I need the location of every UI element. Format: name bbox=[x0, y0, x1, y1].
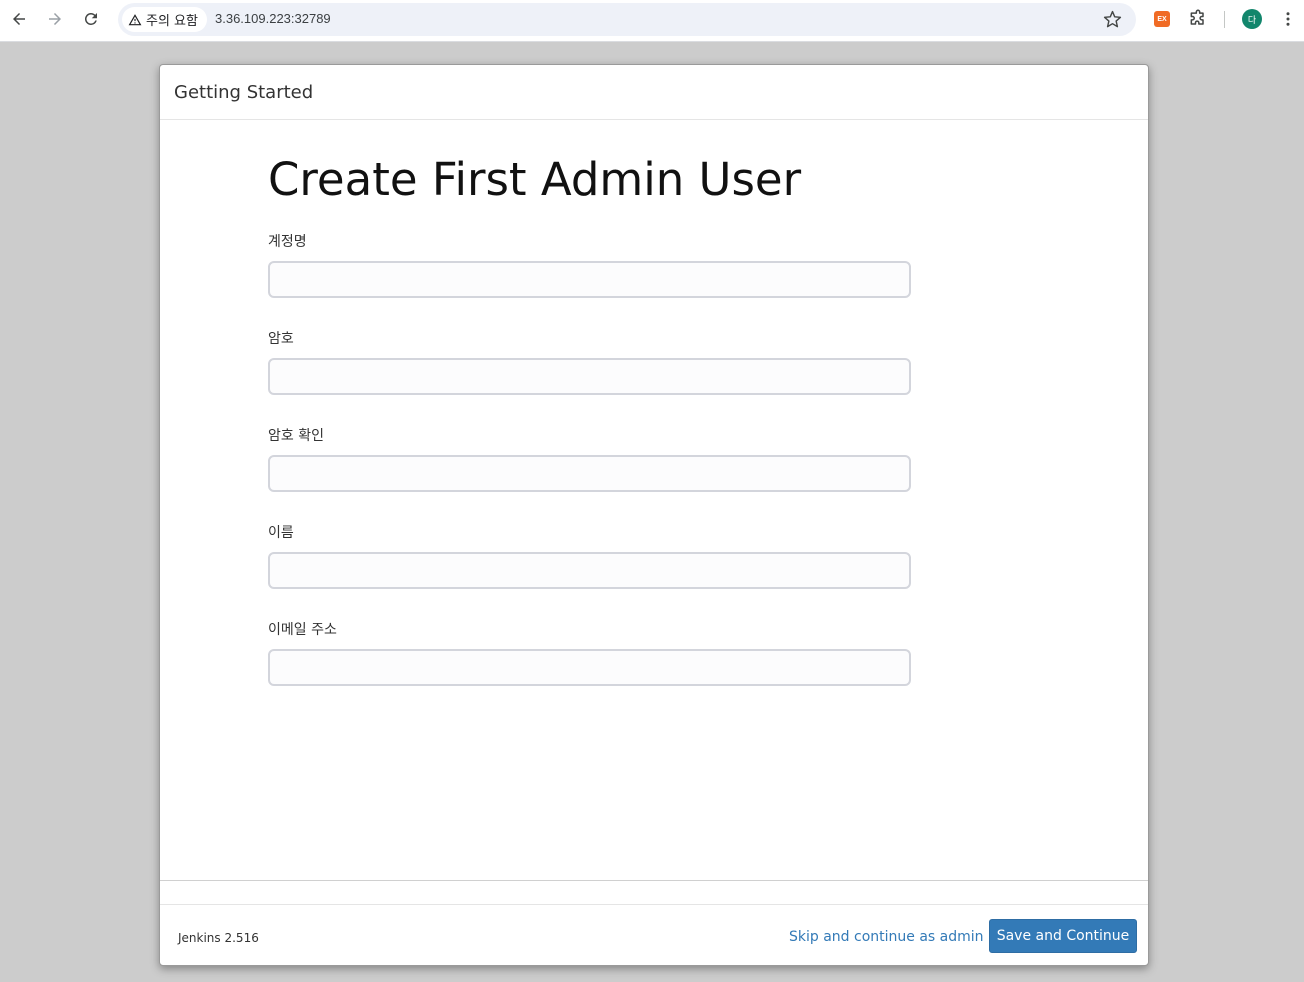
security-chip[interactable]: 주의 요함 bbox=[122, 7, 207, 32]
dialog-header: Getting Started bbox=[160, 65, 1148, 120]
setup-wizard-dialog: Getting Started Create First Admin User … bbox=[159, 64, 1149, 966]
confirm-password-label: 암호 확인 bbox=[268, 428, 324, 444]
content-divider bbox=[160, 880, 1148, 881]
bookmark-star-icon[interactable] bbox=[1103, 10, 1122, 29]
extension-icon[interactable]: EX bbox=[1154, 11, 1170, 27]
address-bar[interactable]: 주의 요함 3.36.109.223:32789 bbox=[118, 3, 1136, 36]
skip-continue-as-admin-link[interactable]: Skip and continue as admin bbox=[789, 929, 984, 945]
back-button[interactable] bbox=[5, 5, 33, 33]
email-input[interactable] bbox=[268, 649, 911, 686]
save-and-continue-button[interactable]: Save and Continue bbox=[989, 919, 1137, 953]
arrow-right-icon bbox=[49, 13, 61, 25]
warning-icon bbox=[128, 13, 142, 25]
page-heading: Create First Admin User bbox=[268, 153, 802, 206]
url-text[interactable]: 3.36.109.223:32789 bbox=[215, 11, 331, 26]
forward-button[interactable] bbox=[41, 5, 69, 33]
email-label: 이메일 주소 bbox=[268, 622, 337, 638]
browser-toolbar: 주의 요함 3.36.109.223:32789 EX 다 bbox=[0, 0, 1304, 42]
password-input[interactable] bbox=[268, 358, 911, 395]
password-label: 암호 bbox=[268, 331, 294, 347]
full-name-label: 이름 bbox=[268, 525, 294, 541]
dialog-title: Getting Started bbox=[174, 82, 314, 103]
extensions-puzzle-icon[interactable] bbox=[1188, 9, 1208, 29]
confirm-password-input[interactable] bbox=[268, 455, 911, 492]
toolbar-separator bbox=[1224, 11, 1225, 28]
username-label: 계정명 bbox=[268, 234, 307, 250]
security-label: 주의 요함 bbox=[146, 14, 198, 29]
jenkins-version: Jenkins 2.516 bbox=[178, 931, 259, 945]
username-input[interactable] bbox=[268, 261, 911, 298]
reload-icon bbox=[84, 12, 97, 25]
dialog-footer: Jenkins 2.516 Skip and continue as admin… bbox=[160, 904, 1148, 966]
profile-avatar[interactable]: 다 bbox=[1242, 9, 1262, 29]
more-menu-icon[interactable] bbox=[1279, 9, 1297, 29]
full-name-input[interactable] bbox=[268, 552, 911, 589]
arrow-left-icon bbox=[13, 13, 25, 25]
reload-button[interactable] bbox=[77, 5, 105, 33]
